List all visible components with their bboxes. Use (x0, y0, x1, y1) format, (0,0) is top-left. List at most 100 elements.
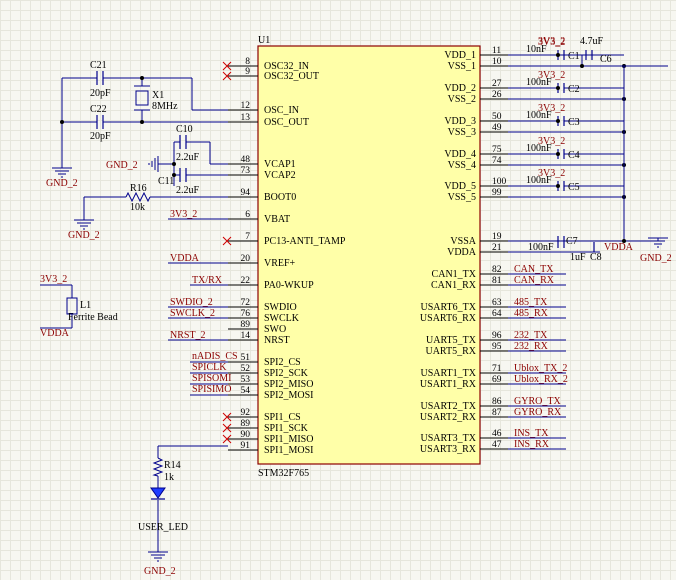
right-net-group: CAN_TXCAN_RX 485_TX485_RX 232_TX232_RX Ublo… (508, 264, 568, 450)
right-net-7: Ublox_RX_2 (508, 374, 568, 385)
led-ground-net: GND_2 (144, 566, 176, 577)
pin-name: SPI2_MISO (264, 379, 313, 390)
boot-ground-net: GND_2 (68, 230, 100, 241)
pin-number: 7 (245, 232, 250, 242)
pin-name: UART5_TX (426, 335, 477, 346)
pin-name: SPI1_MOSI (264, 445, 313, 456)
pin-name: VSS_3 (448, 127, 476, 138)
pin-name: VSS_4 (448, 160, 476, 171)
pin-name: USART6_RX (420, 313, 477, 324)
pin-name: PA0-WKUP (264, 280, 314, 291)
pin-number: 51 (241, 353, 251, 363)
chip-designator: U1 (258, 35, 270, 46)
pin-number: 20 (241, 254, 251, 264)
net-vref: VDDA (170, 253, 200, 264)
oscillator-ground-icon (52, 167, 72, 178)
right-net-11: INS_RX (508, 439, 566, 450)
c21-ref: C21 (90, 60, 107, 71)
pin-name: SPI1_MISO (264, 434, 313, 445)
c22-value: 20pF (90, 131, 111, 142)
pin-number: 82 (492, 265, 502, 275)
net-spi2-sck: SPICLK (192, 362, 227, 373)
pin-name: UART5_RX (425, 346, 476, 357)
decoupling-ground-net: GND_2 (640, 253, 672, 264)
c7-value: 100nF (528, 242, 554, 253)
c10-ref: C10 (176, 124, 193, 135)
pin-number: 74 (492, 156, 502, 166)
pin-name: VSS_2 (448, 94, 476, 105)
x1-value: 8MHz (152, 101, 178, 112)
pin-number: 69 (492, 375, 502, 385)
c10-value: 2.2uF (176, 152, 200, 163)
pin-number: 19 (492, 232, 502, 242)
pin-number: 90 (241, 430, 251, 440)
net-swclk: SWCLK_2 (170, 308, 215, 319)
pin-number: 53 (241, 375, 251, 385)
pin-name: VDD_3 (444, 116, 476, 127)
c8-ref: C8 (590, 252, 602, 263)
pin-number: 26 (492, 90, 502, 100)
junction-dot (140, 76, 144, 80)
net-spi2-cs: nADIS_CS (192, 351, 238, 362)
cap-ref: C2 (568, 84, 580, 95)
pin-name: SPI2_MOSI (264, 390, 313, 401)
right-net-8: GYRO_TX (508, 396, 566, 407)
pin-number: 92 (241, 408, 251, 418)
net-label: INS_TX (514, 428, 549, 439)
net-spi2-miso: SPISOMI (192, 373, 231, 384)
net-label: Ublox_TX_2 (514, 363, 567, 374)
pin-number: 9 (245, 67, 250, 77)
pin-number: 22 (241, 276, 251, 286)
pin-number: 72 (241, 298, 251, 308)
pin-number: 52 (241, 364, 251, 374)
pin-number: 95 (492, 342, 502, 352)
pin-name: VSS_5 (448, 192, 476, 203)
pin-number: 21 (492, 243, 502, 253)
pin-number: 91 (241, 441, 251, 451)
pin-number: 71 (492, 364, 502, 374)
pin-name: CAN1_TX (432, 269, 477, 280)
junction-dot (140, 120, 144, 124)
right-net-6: Ublox_TX_2 (508, 363, 567, 374)
led-icon (150, 487, 166, 499)
ferrite-output-net: VDDA (40, 328, 70, 339)
c8-net: VDDA (604, 242, 634, 253)
cap-ref: C3 (568, 117, 580, 128)
net-label: 232_TX (514, 330, 548, 341)
crystal-symbol (134, 85, 150, 111)
pin-name: VSS_1 (448, 61, 476, 72)
pin-number: 46 (492, 429, 502, 439)
pin-number: 13 (241, 113, 251, 123)
cap-ref: C4 (568, 150, 580, 161)
junction-dot (580, 64, 584, 68)
pin-number: 47 (492, 440, 502, 450)
boot-ground-icon (74, 219, 94, 230)
right-net-10: INS_TX (508, 428, 566, 439)
pin-number: 6 (245, 210, 250, 220)
junction-dot (622, 239, 626, 243)
pin-number: 89 (241, 419, 251, 429)
right-net-2: 485_TX (508, 297, 566, 308)
pin-name: PC13-ANTI_TAMP (264, 236, 346, 247)
net-label: 232_RX (514, 341, 549, 352)
oscillator-ground-net: GND_2 (46, 178, 78, 189)
net-label: Ublox_RX_2 (514, 374, 568, 385)
c6-value: 4.7uF (580, 36, 604, 47)
pin-name: OSC_IN (264, 105, 299, 116)
junction-dot (60, 120, 64, 124)
decoupling-cap-C5: 100nFC53V3_2 (508, 168, 626, 199)
right-net-4: 232_TX (508, 330, 566, 341)
net-label: 485_TX (514, 297, 548, 308)
ferrite-input-net: 3V3_2 (40, 274, 67, 285)
pin-number: 87 (492, 408, 502, 418)
pin-number: 10 (492, 57, 502, 67)
pin-number: 94 (241, 188, 251, 198)
led-label: USER_LED (138, 522, 188, 533)
pin-number: 11 (492, 46, 501, 56)
pin-name: VBAT (264, 214, 290, 225)
net-label: INS_RX (514, 439, 550, 450)
c6-net: 3V3_2 (538, 36, 565, 47)
vcap-ground-icon (148, 156, 159, 172)
c8-value: 1uF (570, 252, 586, 263)
chip-part-name: STM32F765 (258, 468, 309, 479)
